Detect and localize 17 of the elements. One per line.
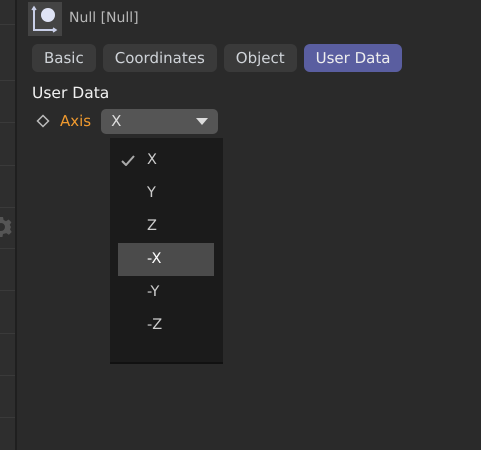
menu-item[interactable]: -Z [118, 309, 214, 342]
tab[interactable]: Object [224, 44, 297, 72]
parameter-label: Axis [60, 110, 92, 132]
tab[interactable]: User Data [304, 44, 402, 72]
tab[interactable]: Basic [32, 44, 96, 72]
menu-item[interactable]: Z [118, 210, 214, 243]
keyframe-diamond-icon[interactable] [36, 114, 50, 128]
object-title: Null [Null] [69, 8, 139, 28]
menu-item[interactable]: -X [118, 243, 214, 276]
caret-icon [196, 118, 208, 124]
menu-item[interactable]: -Y [118, 276, 214, 309]
menu-item[interactable]: Y [118, 177, 214, 210]
null-object-icon [28, 2, 62, 36]
axis-dropdown[interactable]: X [101, 108, 218, 134]
section-title: User Data [32, 82, 110, 104]
menu-item[interactable]: X [118, 144, 214, 177]
tab[interactable]: Coordinates [102, 44, 217, 72]
